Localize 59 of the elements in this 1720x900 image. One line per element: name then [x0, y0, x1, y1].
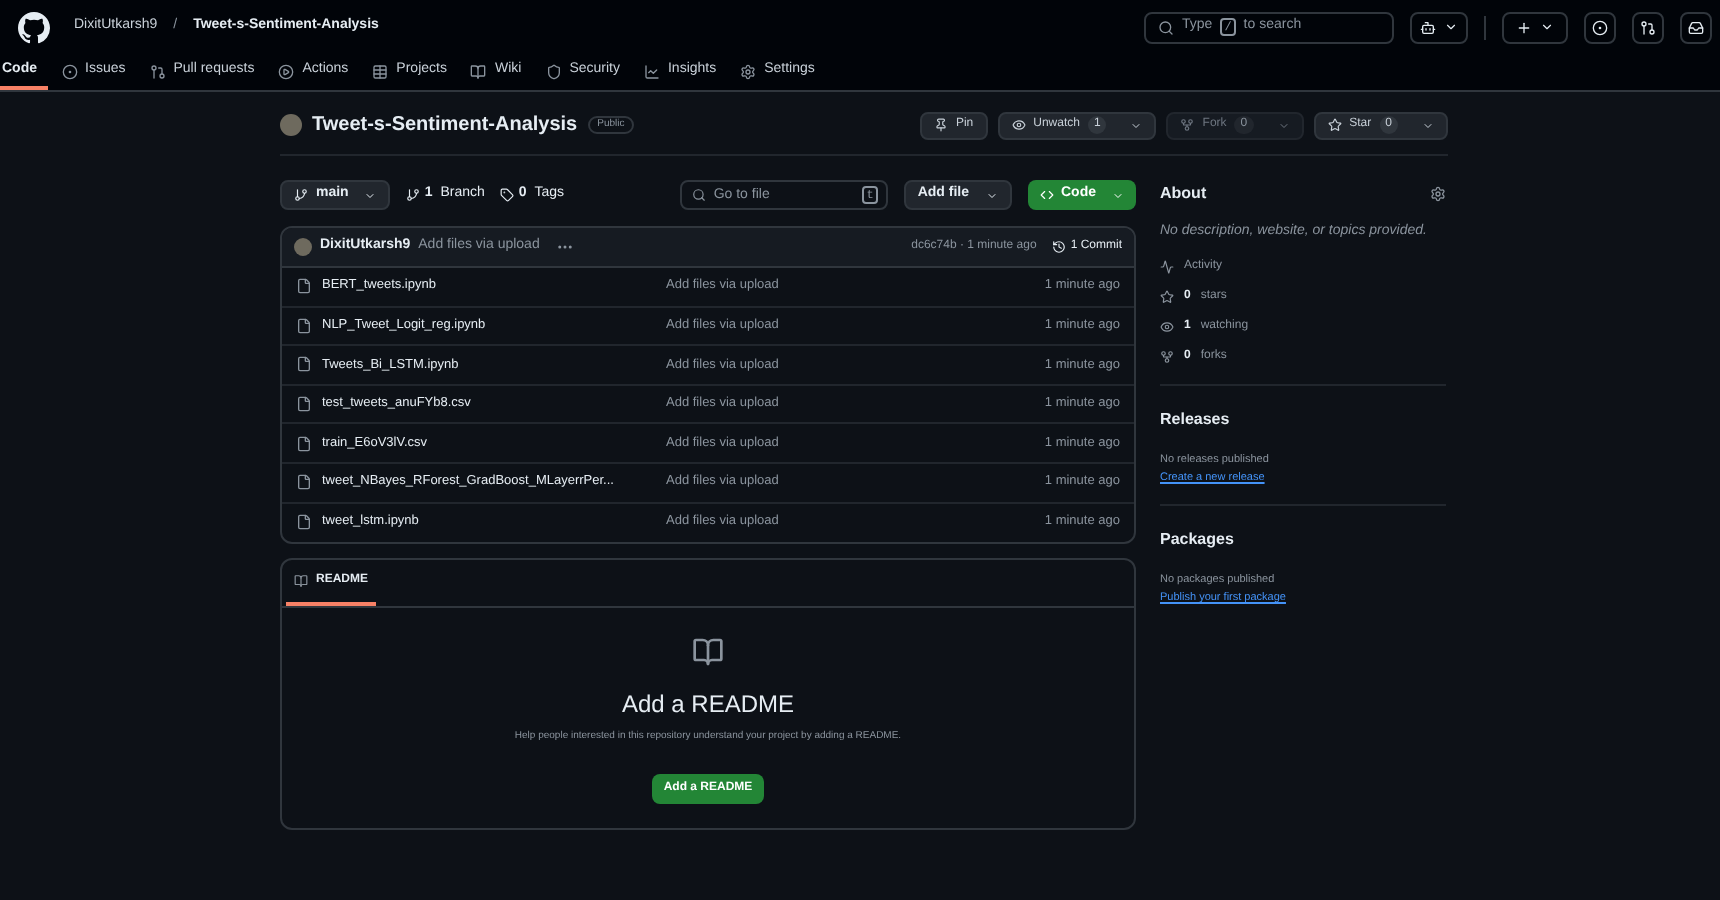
- fork-icon: [1180, 118, 1195, 132]
- caret-icon: [364, 189, 377, 201]
- book-icon: [692, 636, 724, 669]
- file-icon: [296, 396, 312, 413]
- file-icon: [296, 474, 312, 491]
- section-heading: Releases: [1160, 407, 1232, 431]
- book-icon: [294, 573, 308, 588]
- copilot-button[interactable]: [1410, 11, 1468, 43]
- book-icon: [470, 63, 487, 79]
- caret-icon: [1277, 119, 1290, 131]
- caret-icon: [1112, 189, 1124, 201]
- inbox-icon: [1688, 19, 1704, 35]
- circle-dot-icon: [1592, 19, 1608, 35]
- file-icon: [296, 435, 312, 452]
- readme-title: Add a README: [621, 688, 795, 723]
- branch-icon: [294, 188, 308, 202]
- caret-icon: [1130, 119, 1143, 131]
- pull-request-icon: [149, 63, 166, 79]
- settings-icon[interactable]: [1430, 186, 1446, 202]
- star-icon: [1160, 289, 1174, 303]
- eye-icon: [1011, 118, 1026, 132]
- fork-icon: [1160, 349, 1174, 363]
- file-icon: [296, 356, 312, 373]
- caret-icon: [1422, 119, 1434, 131]
- pin-icon: [933, 118, 948, 132]
- file-icon: [296, 317, 312, 334]
- section-heading: Packages: [1160, 528, 1236, 552]
- code-icon: [1039, 188, 1053, 202]
- search-icon: [1158, 19, 1174, 35]
- history-icon: [1052, 240, 1067, 254]
- eye-icon: [1160, 319, 1174, 333]
- create-new-button[interactable]: [1502, 11, 1568, 43]
- star-icon: [1327, 118, 1342, 132]
- caret-icon: [1444, 20, 1458, 34]
- search-icon: [691, 188, 706, 202]
- inbox-button[interactable]: [1680, 11, 1712, 43]
- plus-icon: [1516, 19, 1532, 35]
- pulse-icon: [1160, 259, 1174, 273]
- branch-icon: [406, 188, 421, 202]
- owner-avatar: [280, 114, 302, 136]
- shield-icon: [545, 63, 562, 79]
- play-icon: [278, 63, 295, 79]
- caret-icon: [985, 189, 997, 201]
- repo-title: Tweet-s-Sentiment-Analysis: [312, 112, 578, 140]
- author-avatar: [294, 238, 312, 256]
- table-icon: [372, 63, 389, 79]
- caret-icon: [1540, 20, 1554, 34]
- file-icon: [296, 514, 312, 531]
- issues-button[interactable]: [1584, 11, 1616, 43]
- gear-icon: [740, 63, 757, 79]
- circle-dot-icon: [61, 63, 77, 79]
- line-chart-icon: [643, 63, 660, 79]
- about-heading: About: [1160, 182, 1207, 206]
- tag-icon: [500, 188, 515, 202]
- robot-icon: [1420, 19, 1436, 35]
- logo-icon[interactable]: [18, 11, 50, 43]
- pull-requests-button[interactable]: [1632, 11, 1664, 43]
- file-icon: [296, 278, 312, 295]
- pull-request-icon: [1640, 19, 1656, 35]
